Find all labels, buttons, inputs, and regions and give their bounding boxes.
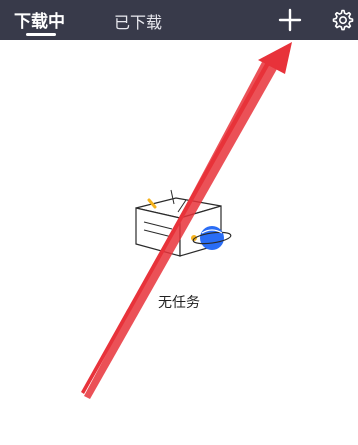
tab-downloading[interactable]: 下载中 [14, 7, 65, 32]
tab-downloaded[interactable]: 已下载 [114, 9, 162, 33]
active-tab-indicator [26, 33, 56, 36]
gear-icon[interactable] [331, 8, 355, 32]
download-manager-screen: 下载中 已下载 无任务 [0, 0, 358, 445]
empty-box-planet-illustration [135, 189, 232, 257]
top-bar: 下载中 已下载 [0, 0, 358, 40]
plus-icon[interactable] [277, 7, 303, 33]
empty-state-label: 无任务 [158, 295, 200, 311]
